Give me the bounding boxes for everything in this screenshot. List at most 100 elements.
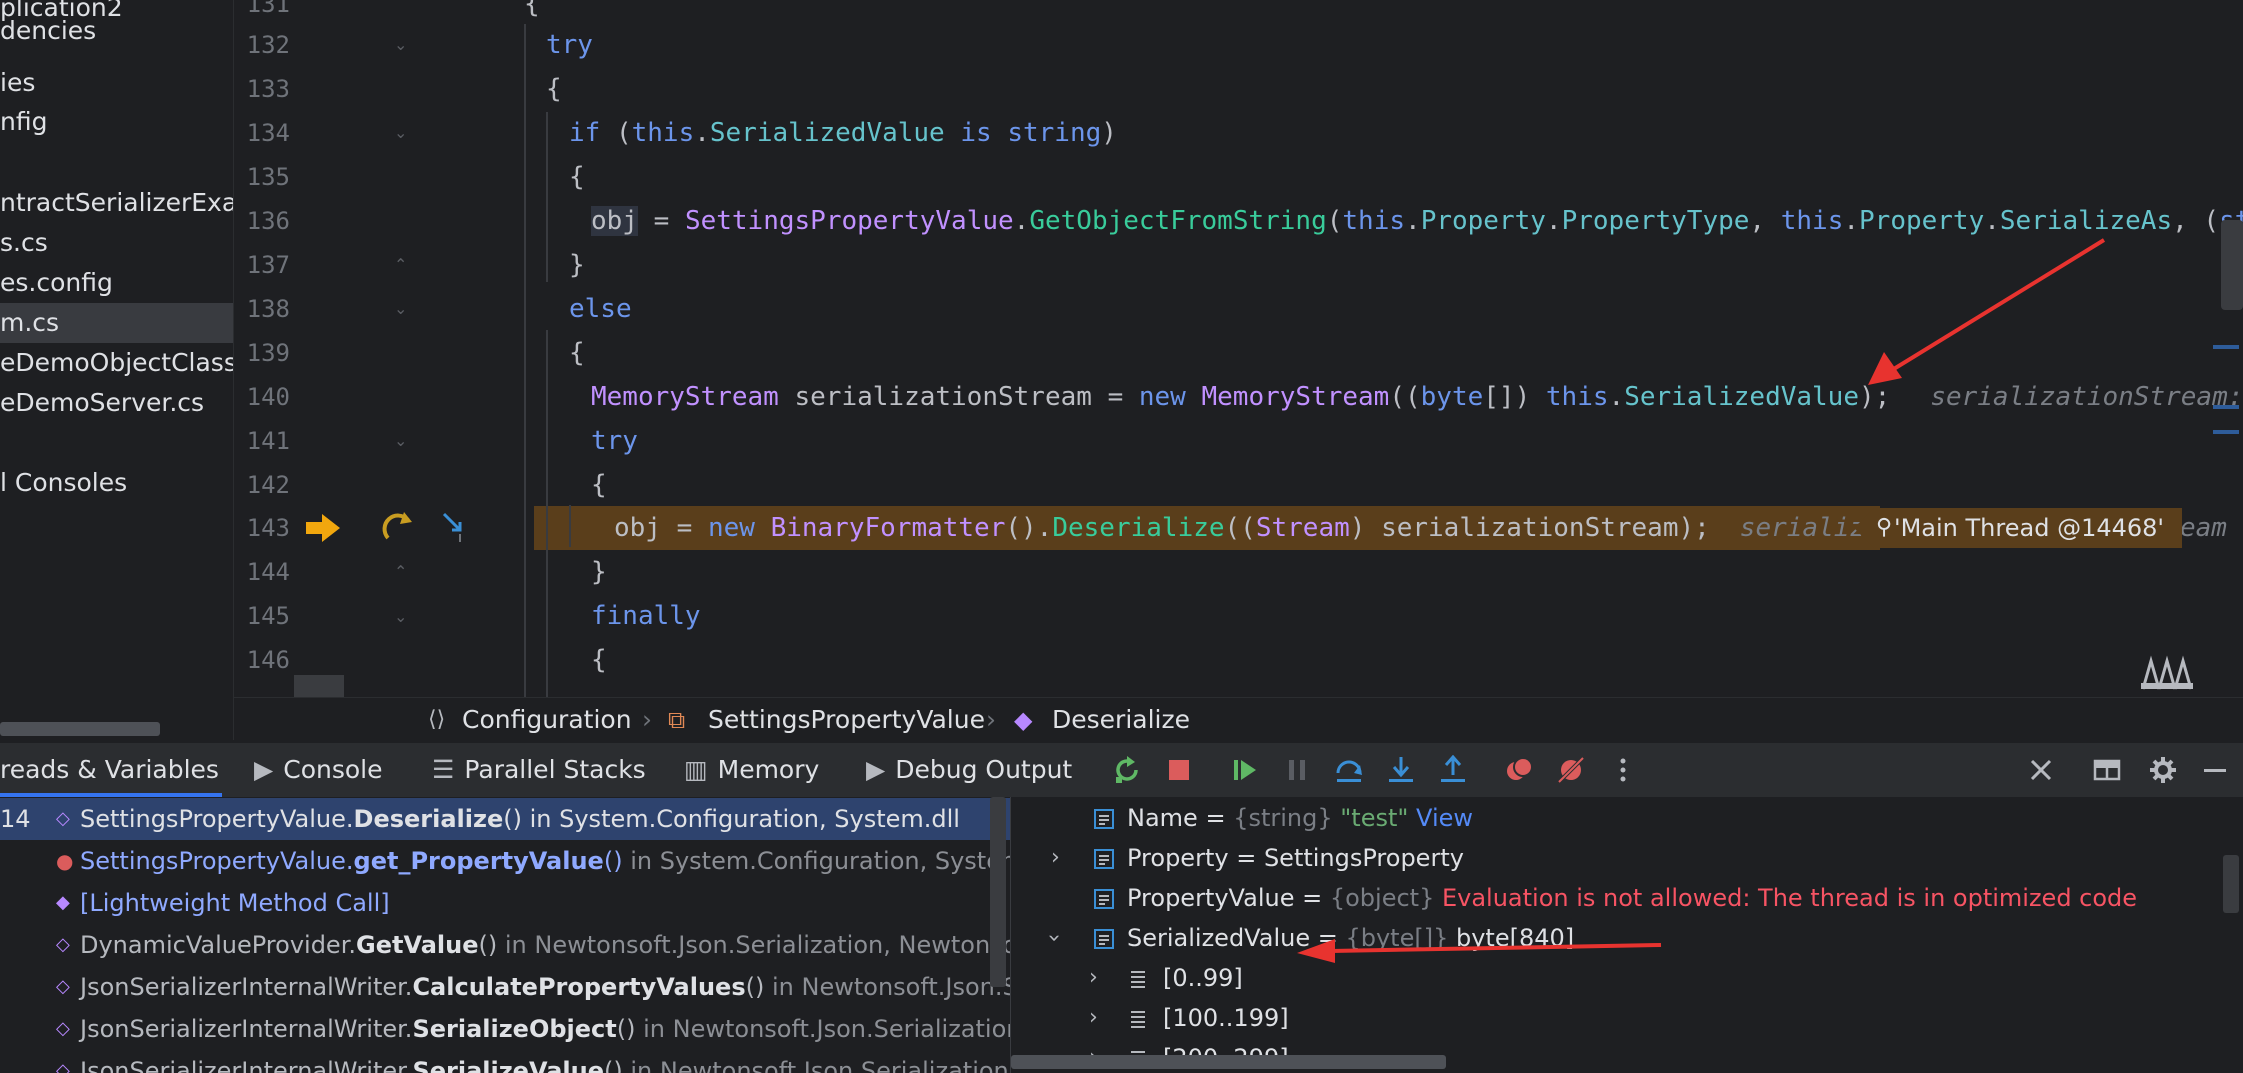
tree-item-config[interactable]: nfig xyxy=(0,102,47,142)
code-line-131[interactable]: { xyxy=(524,0,540,26)
reader-mode-icon[interactable] xyxy=(2139,655,2195,691)
code-line-137[interactable]: } xyxy=(569,243,585,287)
editor-gutter[interactable]: 131 132 133 134 135 136 137 138 139 140 … xyxy=(234,0,462,697)
code-line-144[interactable]: } xyxy=(591,550,607,594)
variables-horizontal-scrollbar[interactable] xyxy=(1011,1055,1446,1069)
editor-horizontal-scrollbar[interactable] xyxy=(294,675,344,697)
code-line-143[interactable]: obj = new BinaryFormatter().Deserialize(… xyxy=(614,506,1881,550)
tree-item-es-config[interactable]: es.config xyxy=(0,263,113,303)
minimize-icon[interactable] xyxy=(2200,755,2230,785)
variables-panel[interactable]: Name = {string} "test" View › Property =… xyxy=(1011,797,2243,1073)
tree-item-dependencies[interactable]: dencies xyxy=(0,11,96,51)
code-line-141[interactable]: try xyxy=(591,419,638,463)
tree-item-demo-server[interactable]: eDemoServer.cs xyxy=(0,383,204,423)
chevron-right-icon: › xyxy=(986,705,996,734)
frames-vertical-scrollbar[interactable] xyxy=(990,797,1006,987)
chevron-right-icon[interactable]: › xyxy=(1051,838,1060,878)
view-breakpoints-icon[interactable] xyxy=(1504,755,1534,785)
keyword-token: new xyxy=(707,513,755,543)
frame-row-selected[interactable]: 14 ◇ SettingsPropertyValue.Deserialize()… xyxy=(0,798,1010,840)
view-link[interactable]: View xyxy=(1408,804,1473,832)
code-line-139[interactable]: { xyxy=(569,331,585,375)
code-line-146[interactable]: { xyxy=(591,638,607,682)
variable-label: PropertyValue = {object} Evaluation is n… xyxy=(1127,878,2137,918)
keyword-token: new xyxy=(1138,382,1186,412)
code-line-138[interactable]: else xyxy=(569,287,632,331)
tab-parallel-stacks[interactable]: ☰ Parallel Stacks xyxy=(432,743,646,797)
line-number: 135 xyxy=(246,163,290,191)
layout-icon[interactable] xyxy=(2092,755,2122,785)
pause-icon[interactable] xyxy=(1282,755,1312,785)
gear-icon[interactable] xyxy=(2148,755,2178,785)
code-token: ( xyxy=(1326,206,1343,236)
execution-point-arrow-icon[interactable] xyxy=(304,512,342,544)
array-range-row[interactable]: › [100..199] xyxy=(1011,998,2243,1038)
fold-marker-icon[interactable]: ⌃ xyxy=(394,257,408,273)
variable-row-name[interactable]: Name = {string} "test" View xyxy=(1011,798,2243,838)
variable-row-property-value[interactable]: PropertyValue = {object} Evaluation is n… xyxy=(1011,878,2243,918)
stop-icon[interactable] xyxy=(1164,755,1194,785)
fold-marker-icon[interactable]: ⌄ xyxy=(394,609,408,625)
keyword-token: this xyxy=(1342,206,1406,236)
rerun-icon[interactable] xyxy=(1112,755,1142,785)
tree-item-demo-object-class[interactable]: eDemoObjectClass.cs xyxy=(0,343,233,383)
fold-marker-icon[interactable]: ⌄ xyxy=(394,301,408,317)
code-line-142[interactable]: { xyxy=(591,463,607,507)
frame-method: SerializeValue xyxy=(412,1057,605,1073)
frame-row[interactable]: ◇ JsonSerializerInternalWriter.Calculate… xyxy=(0,966,1010,1008)
close-icon[interactable] xyxy=(2026,755,2056,785)
chevron-right-icon[interactable]: › xyxy=(1089,958,1098,998)
mute-breakpoints-icon[interactable] xyxy=(1556,755,1586,785)
resume-icon[interactable] xyxy=(1230,755,1260,785)
frame-row[interactable]: ● SettingsPropertyValue.get_PropertyValu… xyxy=(0,840,1010,882)
breadcrumb-namespace[interactable]: Configuration xyxy=(462,698,632,742)
tree-item-contract-serializer[interactable]: ntractSerializerExamp xyxy=(0,183,233,223)
set-next-statement-icon[interactable] xyxy=(440,510,470,544)
frame-row[interactable]: ◆ [Lightweight Method Call] xyxy=(0,882,1010,924)
frame-row[interactable]: ◇ DynamicValueProvider.GetValue() in New… xyxy=(0,924,1010,966)
variable-row-property[interactable]: › Property = SettingsProperty xyxy=(1011,838,2243,878)
fold-marker-icon[interactable]: ⌃ xyxy=(394,564,408,580)
editor-vertical-scrollbar[interactable] xyxy=(2221,220,2243,310)
breakpoint-dot-icon: ● xyxy=(56,849,74,873)
keyword-token: try xyxy=(591,426,638,456)
variables-vertical-scrollbar[interactable] xyxy=(2223,855,2239,913)
code-editor[interactable]: 131 132 133 134 135 136 137 138 139 140 … xyxy=(234,0,2243,697)
code-line-135[interactable]: { xyxy=(569,155,585,199)
tree-horizontal-scrollbar[interactable] xyxy=(0,722,160,736)
more-options-icon[interactable] xyxy=(1608,755,1638,785)
step-over-icon[interactable] xyxy=(1334,755,1364,785)
breadcrumb-method[interactable]: Deserialize xyxy=(1052,698,1190,742)
chevron-right-icon[interactable]: › xyxy=(1089,998,1098,1038)
breadcrumb-class[interactable]: SettingsPropertyValue xyxy=(708,698,985,742)
code-line-134[interactable]: if (this.SerializedValue is string) xyxy=(569,111,1117,155)
variable-type: {string} xyxy=(1233,804,1333,832)
frame-row[interactable]: ◇ JsonSerializerInternalWriter.Serialize… xyxy=(0,1008,1010,1050)
frames-panel[interactable]: 14 ◇ SettingsPropertyValue.Deserialize()… xyxy=(0,797,1011,1073)
tree-item-s-cs[interactable]: s.cs xyxy=(0,223,48,263)
code-token: { xyxy=(591,470,607,500)
thread-indicator-badge[interactable]: ⚲ 'Main Thread @14468' xyxy=(1854,508,2183,548)
fold-marker-icon[interactable]: ⌄ xyxy=(394,125,408,141)
fold-marker-icon[interactable]: ⌄ xyxy=(394,37,408,53)
step-into-gutter-icon[interactable] xyxy=(382,510,416,544)
code-token: (( xyxy=(1389,382,1421,412)
line-number: 138 xyxy=(246,295,290,323)
fold-marker-icon[interactable]: ⌄ xyxy=(394,433,408,449)
code-line-133[interactable]: { xyxy=(546,67,562,111)
step-into-icon[interactable] xyxy=(1386,755,1416,785)
tab-memory[interactable]: ▥ Memory xyxy=(684,743,819,797)
tab-debug-output[interactable]: ▶ Debug Output xyxy=(866,743,1072,797)
chevron-down-icon[interactable]: › xyxy=(1033,934,1073,943)
tree-item-consoles[interactable]: l Consoles xyxy=(0,463,127,503)
code-line-132[interactable]: try xyxy=(546,23,593,67)
frame-location: in Newtonsoft.Json.Serialization, New xyxy=(630,1057,1011,1073)
tree-item-m-cs[interactable]: m.cs xyxy=(0,303,233,343)
code-line-145[interactable]: finally xyxy=(591,594,701,638)
tab-threads-variables[interactable]: reads & Variables xyxy=(0,743,222,797)
tab-console[interactable]: ▶ Console xyxy=(254,743,382,797)
step-out-icon[interactable] xyxy=(1438,755,1468,785)
frame-row[interactable]: ◇ JsonSerializerInternalWriter.Serialize… xyxy=(0,1050,1010,1073)
tree-item-properties[interactable]: ies xyxy=(0,63,35,103)
